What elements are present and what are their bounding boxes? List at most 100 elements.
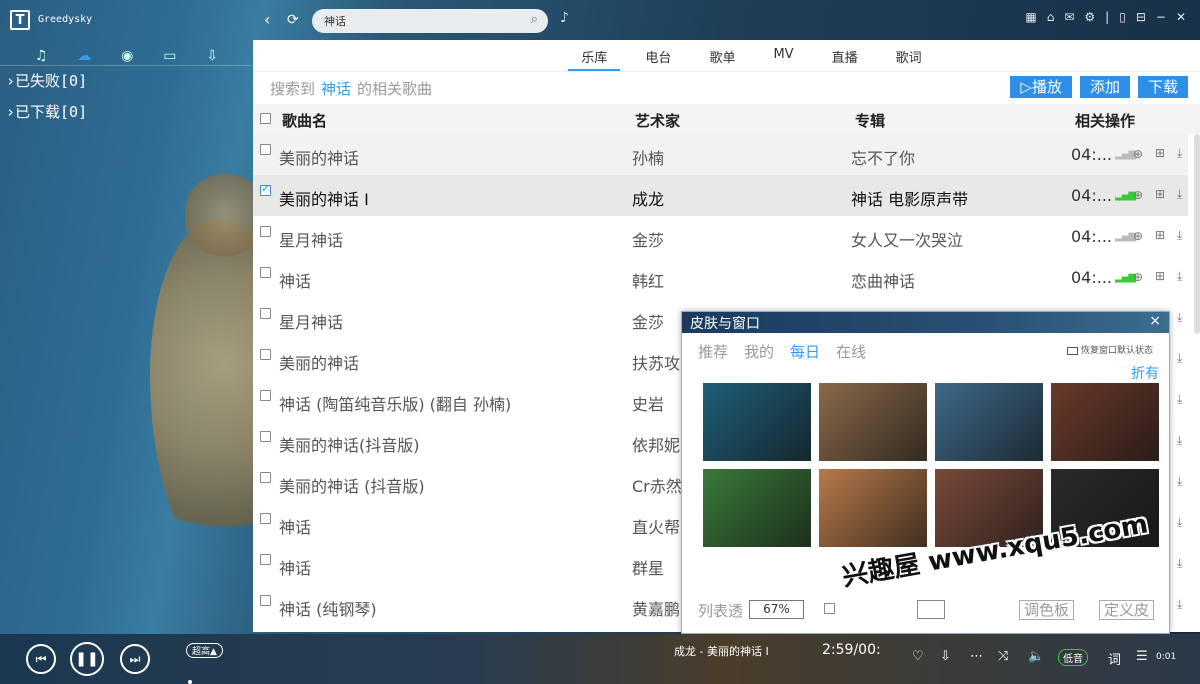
mini-mode-icon[interactable]: ⊟ <box>1136 10 1146 24</box>
tab-lyrics[interactable]: 歌词 <box>883 40 935 71</box>
pause-icon[interactable]: ❚❚ <box>70 642 104 676</box>
volume-icon[interactable]: 🔈 <box>1028 649 1044 664</box>
skin-thumbnail[interactable] <box>703 383 811 461</box>
custom-skin-button[interactable]: 定义皮 <box>1099 600 1155 620</box>
fold-link[interactable]: 折有 <box>1131 363 1159 383</box>
more-icon[interactable]: ⋯ <box>970 649 983 664</box>
table-row[interactable]: 星月神话 金莎 女人又一次哭泣 04:... ▂▄▆ ⊕ ⊞ ⤓ <box>253 216 1188 257</box>
close-icon[interactable]: × <box>1149 313 1161 329</box>
message-icon[interactable]: ✉ <box>1064 10 1074 24</box>
refresh-icon[interactable]: ⟳ <box>287 12 299 28</box>
lyric-button[interactable]: 词 <box>1108 649 1121 668</box>
tab-playlist[interactable]: 歌单 <box>696 40 748 71</box>
download-icon[interactable]: ⤓ <box>1177 433 1182 448</box>
tab-radio[interactable]: 电台 <box>632 40 684 71</box>
skin-thumbnail[interactable] <box>935 383 1043 461</box>
row-checkbox[interactable] <box>260 144 271 155</box>
download-icon[interactable]: ⤓ <box>1177 310 1182 325</box>
row-checkbox[interactable] <box>260 472 271 483</box>
tab-mv[interactable]: MV <box>760 40 806 71</box>
table-row[interactable]: 神话 韩红 恋曲神话 04:... ▂▄▆ ⊕ ⊞ ⤓ <box>253 257 1188 298</box>
skin-thumbnail[interactable] <box>819 469 927 547</box>
previous-icon[interactable]: ⏮ <box>26 644 56 674</box>
progress-handle[interactable] <box>188 680 192 684</box>
globe-icon[interactable]: ⊕ <box>1133 188 1143 202</box>
tab-live[interactable]: 直播 <box>819 40 871 71</box>
skin-icon[interactable]: ▦ <box>1025 10 1036 24</box>
add-icon[interactable]: ⊞ <box>1155 187 1165 201</box>
opacity-input[interactable]: 67% <box>749 600 804 619</box>
low-quality-toggle[interactable]: 低音 <box>1058 649 1088 666</box>
table-row[interactable]: 美丽的神话 孙楠 忘不了你 04:... ▂▄▆ ⊕ ⊞ ⤓ <box>253 134 1188 175</box>
add-icon[interactable]: ⊞ <box>1155 269 1165 283</box>
playlist-icon[interactable]: ☰ <box>1136 649 1148 664</box>
tree-failed[interactable]: ›已失败[0] <box>0 66 253 97</box>
row-checkbox[interactable] <box>260 349 271 360</box>
device-icon[interactable]: ▭ <box>163 48 176 65</box>
row-checkbox[interactable] <box>260 431 271 442</box>
skin-thumbnail[interactable] <box>1051 383 1159 461</box>
download-icon[interactable]: ⤓ <box>1177 392 1182 407</box>
row-checkbox[interactable] <box>260 554 271 565</box>
download-icon[interactable]: ⤓ <box>1177 556 1182 571</box>
tab-library[interactable]: 乐库 <box>568 40 621 71</box>
select-all-checkbox[interactable] <box>260 113 271 124</box>
music-note-icon[interactable]: ♫ <box>35 48 48 65</box>
search-input[interactable]: 神话 ⌕ <box>312 9 548 33</box>
skin-tab-mine[interactable]: 我的 <box>744 341 774 362</box>
shuffle-icon[interactable]: ⤨ <box>998 649 1008 664</box>
settings-icon[interactable]: ⚙ <box>1084 10 1095 24</box>
skin-thumbnail[interactable] <box>819 383 927 461</box>
globe-icon[interactable]: ⊕ <box>1133 147 1143 161</box>
palette-button[interactable]: 调色板 <box>1019 600 1075 620</box>
download-icon[interactable]: ⤓ <box>1177 269 1182 284</box>
download-icon[interactable]: ⤓ <box>1177 474 1182 489</box>
download-icon[interactable]: ⤓ <box>1177 597 1182 612</box>
heart-icon[interactable]: ♡ <box>912 649 924 664</box>
row-checkbox[interactable] <box>260 595 271 606</box>
download-icon[interactable]: ⤓ <box>1177 228 1182 243</box>
minimize-icon[interactable]: − <box>1156 10 1166 24</box>
search-icon[interactable]: ⌕ <box>531 12 538 27</box>
play-button[interactable]: ▷播放 <box>1010 76 1072 98</box>
add-icon[interactable]: ⊞ <box>1155 228 1165 242</box>
download-button[interactable]: 下载 <box>1137 76 1188 98</box>
row-checkbox[interactable] <box>260 226 271 237</box>
song-name: 美丽的神话 <box>279 354 360 373</box>
download-icon[interactable]: ⇩ <box>940 649 951 664</box>
globe-icon[interactable]: ⊕ <box>1133 270 1143 284</box>
radio-icon[interactable]: ◉ <box>121 48 133 65</box>
home-icon[interactable]: ⌂ <box>1047 10 1055 24</box>
close-icon[interactable]: ✕ <box>1176 10 1186 24</box>
skin-tab-daily[interactable]: 每日 <box>790 341 820 362</box>
restore-default-button[interactable]: 恢复窗口默认状态 <box>1066 343 1153 356</box>
song-artist: 直火帮 <box>632 518 681 537</box>
table-row[interactable]: 美丽的神话 I 成龙 神话 电影原声带04:... ▂▄▆ ⊕ ⊞⤓ <box>253 175 1188 216</box>
row-checkbox[interactable] <box>260 390 271 401</box>
skin-tab-recommend[interactable]: 推荐 <box>698 341 728 362</box>
globe-icon[interactable]: ⊕ <box>1133 229 1143 243</box>
download-icon[interactable]: ⤓ <box>1177 351 1182 366</box>
add-button[interactable]: 添加 <box>1079 76 1130 98</box>
row-checkbox[interactable] <box>260 308 271 319</box>
download-tray-icon[interactable]: ⇩ <box>206 48 218 65</box>
cloud-icon[interactable]: ☁ <box>77 48 91 65</box>
download-icon[interactable]: ⤓ <box>1177 187 1182 202</box>
quality-badge[interactable]: 超高▲ <box>186 643 223 658</box>
download-icon[interactable]: ⤓ <box>1177 515 1182 530</box>
row-checkbox[interactable] <box>260 182 271 196</box>
next-icon[interactable]: ⏭ <box>120 644 150 674</box>
row-checkbox[interactable] <box>260 267 271 278</box>
skin-tab-online[interactable]: 在线 <box>836 341 866 362</box>
back-icon[interactable]: ‹ <box>264 10 270 29</box>
mobile-icon[interactable]: ▯ <box>1119 10 1126 24</box>
microphone-icon[interactable]: ♪ <box>560 10 569 26</box>
skin-checkbox[interactable] <box>824 603 835 614</box>
download-icon[interactable]: ⤓ <box>1177 146 1182 161</box>
scrollbar[interactable] <box>1194 134 1200 334</box>
tree-downloaded[interactable]: ›已下载[0] <box>0 97 253 128</box>
add-icon[interactable]: ⊞ <box>1155 146 1165 160</box>
row-checkbox[interactable] <box>260 513 271 524</box>
skin-thumbnail[interactable] <box>703 469 811 547</box>
skin-value-input[interactable] <box>917 600 945 619</box>
